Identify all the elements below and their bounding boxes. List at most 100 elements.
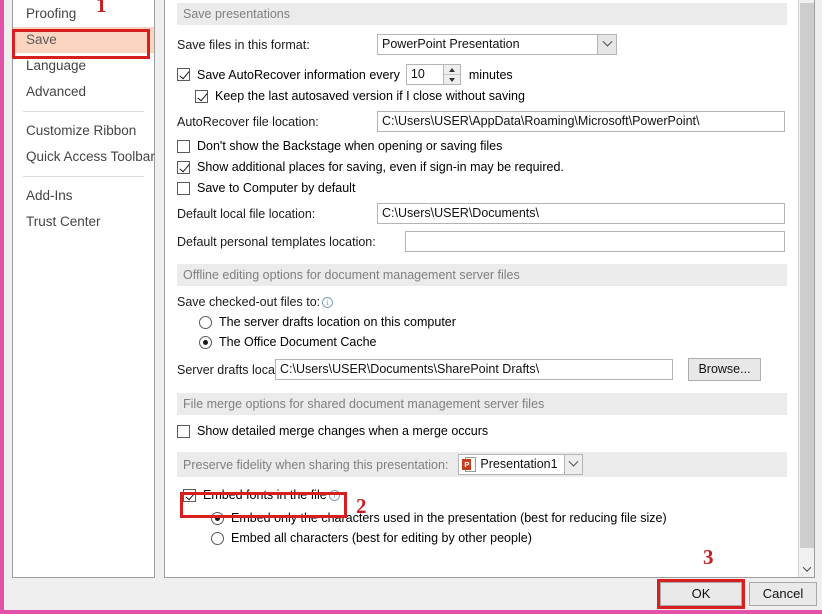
radio-embed-only-used-characters[interactable] [211, 511, 224, 525]
minutes-label: minutes [468, 67, 513, 82]
info-icon[interactable]: i [322, 296, 334, 308]
options-sidebar: Proofing Save Language Advanced Customiz… [12, 0, 155, 578]
show-additional-places-row: Show additional places for saving, even … [177, 160, 787, 174]
default-templates-location-input[interactable] [405, 231, 785, 252]
save-checked-out-label: Save checked-out files to: [177, 295, 321, 309]
server-drafts-location-input[interactable]: C:\Users\USER\Documents\SharePoint Draft… [275, 359, 673, 380]
show-detailed-merge-label: Show detailed merge changes when a merge… [197, 424, 489, 438]
keep-last-autosaved-checkbox[interactable] [195, 89, 208, 103]
keep-last-autosaved-row: Keep the last autosaved version if I clo… [195, 89, 787, 103]
radio-server-drafts-row: The server drafts location on this compu… [199, 315, 787, 329]
autorecover-location-row: AutoRecover file location: C:\Users\USER… [177, 111, 787, 132]
annotation-number-2: 2 [356, 494, 367, 518]
presentation-dropdown[interactable]: P Presentation1 [458, 454, 583, 475]
annotation-number-1: 1 [96, 0, 107, 17]
browse-button[interactable]: Browse... [688, 358, 761, 381]
save-format-dropdown[interactable]: PowerPoint Presentation [377, 34, 617, 55]
default-local-location-row: Default local file location: C:\Users\US… [177, 203, 787, 224]
autorecover-checkbox[interactable] [177, 68, 190, 81]
server-drafts-location-row: Server drafts location: C:\Users\USER\Do… [177, 358, 787, 381]
sidebar-item-label: Advanced [26, 84, 87, 99]
scrollbar-thumb[interactable] [800, 3, 814, 548]
radio-server-drafts[interactable] [199, 315, 212, 329]
powerpoint-options-dialog: Proofing Save Language Advanced Customiz… [0, 0, 822, 614]
vertical-scrollbar[interactable] [798, 0, 814, 577]
save-to-computer-checkbox[interactable] [177, 181, 190, 195]
radio-embed-all-label: Embed all characters (best for editing b… [231, 531, 532, 545]
radio-embed-used-row: Embed only the characters used in the pr… [211, 511, 787, 525]
sidebar-item-label: Language [26, 58, 87, 73]
default-templates-location-row: Default personal templates location: [177, 231, 787, 252]
sidebar-divider [23, 111, 144, 112]
stepper-down-icon[interactable] [444, 75, 460, 84]
sidebar-item-label: Save [26, 32, 57, 47]
dont-show-backstage-label: Don't show the Backstage when opening or… [197, 139, 503, 153]
sidebar-item-advanced[interactable]: Advanced [13, 79, 154, 105]
sidebar-item-trust-center[interactable]: Trust Center [13, 209, 154, 235]
sidebar-item-add-ins[interactable]: Add-Ins [13, 183, 154, 209]
sidebar-item-language[interactable]: Language [13, 53, 154, 79]
autorecover-minutes-value: 10 [410, 67, 425, 81]
save-format-row: Save files in this format: PowerPoint Pr… [177, 34, 787, 55]
radio-server-drafts-label: The server drafts location on this compu… [219, 315, 456, 329]
stepper-buttons[interactable] [442, 65, 460, 84]
embed-fonts-checkbox[interactable] [183, 488, 196, 502]
sidebar-item-label: Customize Ribbon [26, 123, 137, 138]
autorecover-location-label: AutoRecover file location: [177, 114, 319, 129]
section-header-offline-editing: Offline editing options for document man… [177, 264, 787, 286]
show-additional-places-checkbox[interactable] [177, 160, 190, 174]
scroll-down-arrow-icon[interactable] [799, 560, 814, 577]
embed-fonts-label: Embed fonts in the file [203, 488, 327, 502]
default-local-location-input[interactable]: C:\Users\USER\Documents\ [377, 203, 785, 224]
section-header-preserve-fidelity: Preserve fidelity when sharing this pres… [177, 452, 787, 477]
default-templates-location-label: Default personal templates location: [177, 234, 376, 249]
autorecover-minutes-stepper[interactable]: 10 [405, 64, 461, 85]
show-detailed-merge-checkbox[interactable] [177, 424, 190, 438]
sidebar-item-label: Trust Center [26, 214, 101, 229]
sidebar-item-label: Add-Ins [26, 188, 73, 203]
save-format-value: PowerPoint Presentation [382, 37, 520, 51]
save-to-computer-row: Save to Computer by default [177, 181, 787, 195]
cancel-button[interactable]: Cancel [749, 582, 817, 606]
ok-button[interactable]: OK [660, 582, 742, 606]
default-local-location-label: Default local file location: [177, 206, 316, 221]
powerpoint-file-icon: P [462, 456, 477, 474]
keep-last-autosaved-label: Keep the last autosaved version if I clo… [215, 89, 525, 103]
autorecover-location-input[interactable]: C:\Users\USER\AppData\Roaming\Microsoft\… [377, 111, 785, 132]
dont-show-backstage-checkbox[interactable] [177, 139, 190, 153]
embed-fonts-row: Embed fonts in the file i [183, 488, 787, 502]
dont-show-backstage-row: Don't show the Backstage when opening or… [177, 139, 787, 153]
autorecover-row: Save AutoRecover information every 10 mi… [177, 64, 787, 85]
radio-embed-used-label: Embed only the characters used in the pr… [231, 511, 667, 525]
sidebar-item-label: Quick Access Toolbar [26, 149, 155, 164]
options-main-panel: Save presentations Save files in this fo… [164, 0, 815, 578]
save-options-content: Save presentations Save files in this fo… [165, 0, 799, 577]
radio-embed-all-row: Embed all characters (best for editing b… [211, 531, 787, 545]
show-detailed-merge-row: Show detailed merge changes when a merge… [177, 424, 787, 438]
sidebar-item-customize-ribbon[interactable]: Customize Ribbon [13, 118, 154, 144]
chevron-down-icon[interactable] [563, 455, 582, 474]
preserve-fidelity-label: Preserve fidelity when sharing this pres… [183, 457, 449, 472]
show-additional-places-label: Show additional places for saving, even … [197, 160, 564, 174]
save-checked-out-row: Save checked-out files to: i [177, 295, 787, 309]
save-to-computer-label: Save to Computer by default [197, 181, 356, 195]
autorecover-label: Save AutoRecover information every [197, 67, 400, 82]
sidebar-item-quick-access-toolbar[interactable]: Quick Access Toolbar [13, 144, 155, 170]
radio-office-cache-row: The Office Document Cache [199, 335, 787, 349]
section-header-save-presentations: Save presentations [177, 3, 787, 25]
server-drafts-location-label: Server drafts location: [177, 362, 299, 377]
sidebar-item-label: Proofing [26, 6, 77, 21]
info-icon[interactable]: i [328, 489, 340, 501]
sidebar-item-save[interactable]: Save [13, 27, 154, 53]
sidebar-divider [23, 176, 144, 177]
radio-office-document-cache[interactable] [199, 335, 212, 349]
section-header-file-merge: File merge options for shared document m… [177, 393, 787, 415]
chevron-down-icon[interactable] [597, 35, 616, 54]
radio-embed-all-characters[interactable] [211, 531, 224, 545]
stepper-up-icon[interactable] [443, 65, 460, 75]
radio-office-cache-label: The Office Document Cache [219, 335, 377, 349]
presentation-value: Presentation1 [480, 457, 558, 471]
sidebar-item-proofing[interactable]: Proofing [13, 1, 154, 27]
annotation-number-3: 3 [703, 545, 714, 569]
save-format-label: Save files in this format: [177, 37, 310, 52]
